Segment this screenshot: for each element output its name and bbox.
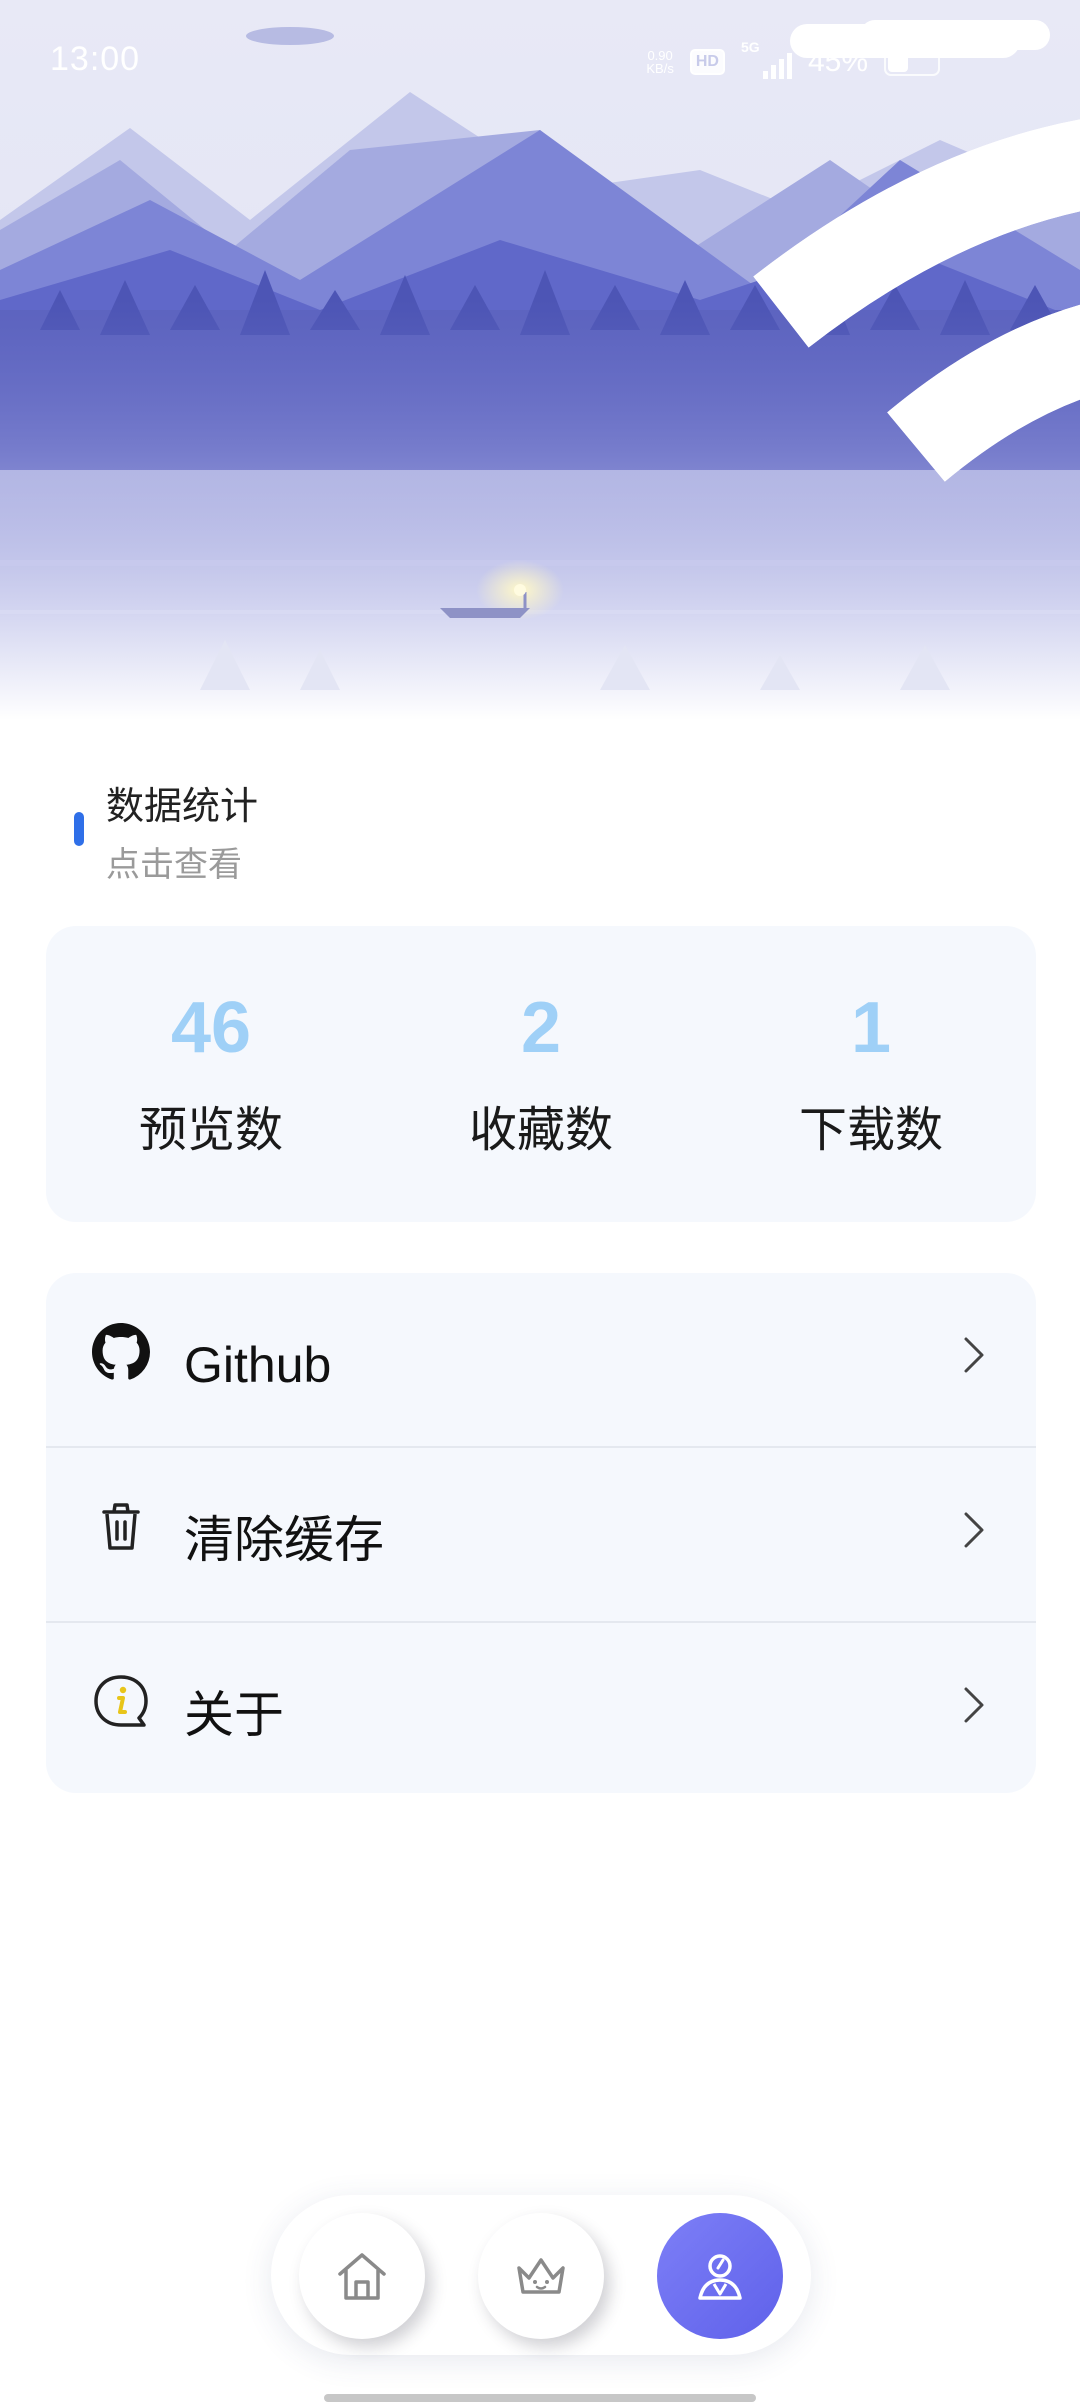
nav-home-button[interactable] [299, 2213, 425, 2339]
menu-item-clear-cache[interactable]: 清除缓存 [46, 1448, 1036, 1623]
stat-value: 1 [850, 988, 892, 1068]
menu-label: 清除缓存 [184, 1511, 384, 1569]
info-bubble-icon [94, 1675, 148, 1727]
stat-favorite-count[interactable]: 2 收藏数 [376, 926, 706, 1222]
stat-label: 收藏数 [468, 1102, 613, 1158]
stat-download-count[interactable]: 1 下载数 [706, 926, 1036, 1222]
menu-label: Github [184, 1337, 332, 1393]
status-icons: 0.90 KB/s HD 5G 45% [646, 39, 1080, 482]
section-title: 数据统计 [106, 784, 259, 828]
nav-profile-button[interactable] [657, 2213, 783, 2339]
stat-preview-count[interactable]: 46 预览数 [46, 926, 376, 1222]
github-icon [92, 1323, 150, 1380]
crown-icon [517, 2258, 565, 2294]
status-bar: 13:00 0.90 KB/s HD 5G 45% [0, 0, 1080, 482]
menu-item-about[interactable]: 关于 [46, 1623, 1036, 1793]
menu-item-github[interactable]: Github [46, 1273, 1036, 1448]
stat-label: 预览数 [138, 1102, 283, 1158]
chevron-right-icon [964, 1512, 984, 1548]
wifi-icon [753, 119, 1080, 482]
stats-card: 46 预览数 2 收藏数 1 下载数 [46, 926, 1036, 1222]
battery-icon [884, 48, 940, 76]
trash-icon [102, 1503, 140, 1550]
user-icon [698, 2254, 742, 2300]
stat-value: 46 [170, 988, 252, 1068]
chevron-right-icon [964, 1337, 984, 1373]
menu-label: 关于 [184, 1686, 284, 1744]
section-subtitle: 点击查看 [106, 845, 242, 885]
stat-label: 下载数 [798, 1102, 943, 1158]
header-landscape-banner: 13:00 0.90 KB/s HD 5G 45% [0, 0, 1080, 720]
stat-value: 2 [520, 988, 562, 1068]
nav-vip-button[interactable] [478, 2213, 604, 2339]
chevron-right-icon [964, 1687, 984, 1723]
status-time: 13:00 [50, 40, 141, 78]
settings-menu: Github 清除缓存 关于 [46, 1273, 1036, 1793]
accent-bar [74, 812, 84, 846]
bottom-nav-bar [271, 2195, 811, 2355]
home-indicator[interactable] [324, 2394, 756, 2402]
home-icon [338, 2253, 386, 2300]
